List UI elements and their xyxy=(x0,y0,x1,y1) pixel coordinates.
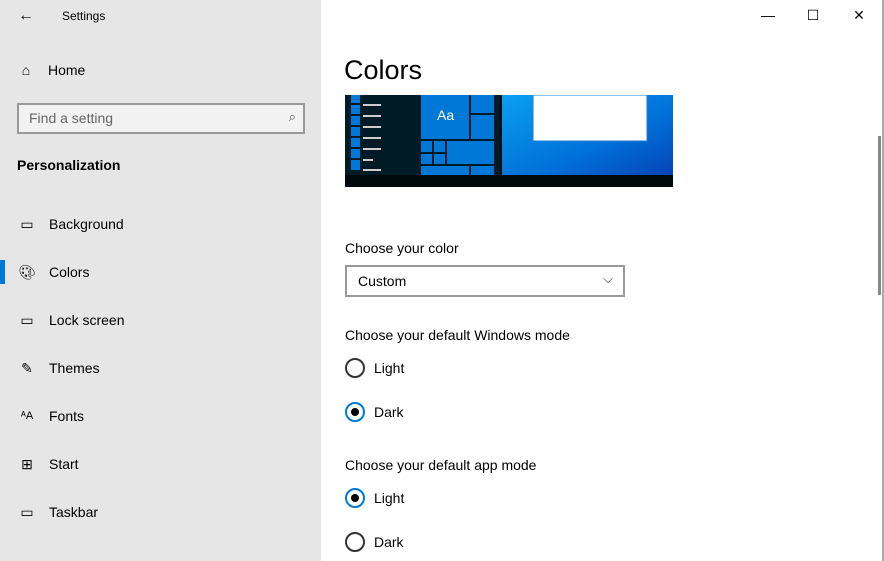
picture-icon: ▭ xyxy=(20,215,34,232)
dropdown-value: Custom xyxy=(358,273,407,289)
windows-mode-dark-radio[interactable]: Dark xyxy=(345,402,404,422)
radio-circle[interactable] xyxy=(345,532,365,552)
section-heading: Personalization xyxy=(17,157,121,173)
sidebar-item-themes[interactable]: ✎ Themes xyxy=(0,348,321,388)
home-link[interactable]: ⌂ Home xyxy=(17,62,86,78)
search-icon: ⌕ xyxy=(288,109,296,124)
home-label: Home xyxy=(48,62,86,78)
chevron-down-icon: ⌵ xyxy=(603,271,613,286)
sidebar-item-label: Background xyxy=(49,216,124,232)
radio-circle[interactable] xyxy=(345,358,365,378)
page-title: Colors xyxy=(344,55,423,85)
sidebar-item-label: Start xyxy=(49,456,79,472)
scrollbar-thumb[interactable] xyxy=(878,136,881,295)
fonts-icon: ᴬA xyxy=(20,410,34,422)
themes-icon: ✎ xyxy=(21,359,33,376)
radio-label: Dark xyxy=(374,534,404,550)
lock-screen-icon: ▭ xyxy=(20,311,34,328)
sidebar-item-label: Fonts xyxy=(49,408,85,424)
start-icon: ⊞ xyxy=(21,455,33,472)
sidebar-item-colors[interactable]: 🎨︎ Colors xyxy=(0,252,321,292)
palette-icon: 🎨︎ xyxy=(18,263,36,280)
windows-mode-light-radio[interactable]: Light xyxy=(345,358,404,378)
sidebar-item-label: Themes xyxy=(49,360,100,376)
app-mode-label: Choose your default app mode xyxy=(345,457,537,473)
back-arrow-icon[interactable]: ← xyxy=(14,4,38,28)
search-input[interactable]: Find a setting ⌕ xyxy=(17,103,305,134)
sidebar-item-background[interactable]: ▭ Background xyxy=(0,204,321,244)
radio-circle[interactable] xyxy=(345,488,365,508)
sidebar-item-fonts[interactable]: ᴬA Fonts xyxy=(0,396,321,436)
search-placeholder: Find a setting xyxy=(29,110,114,126)
choose-color-label: Choose your color xyxy=(345,240,459,256)
sidebar-item-taskbar[interactable]: ▭ Taskbar xyxy=(0,492,321,532)
app-title: Settings xyxy=(62,9,106,23)
sidebar-item-label: Lock screen xyxy=(49,312,125,328)
radio-label: Light xyxy=(374,360,405,376)
sidebar-item-label: Colors xyxy=(49,264,90,280)
sidebar-item-label: Taskbar xyxy=(49,504,99,520)
home-icon: ⌂ xyxy=(21,62,31,78)
content-pane: — ☐ ✕ Colors Aa Choose your color Custom… xyxy=(321,0,884,561)
radio-label: Light xyxy=(374,490,405,506)
maximize-button[interactable]: ☐ xyxy=(790,0,836,30)
radio-circle[interactable] xyxy=(345,402,365,422)
sidebar-item-lock-screen[interactable]: ▭ Lock screen xyxy=(0,300,321,340)
preview-tile-text: Aa xyxy=(437,107,455,123)
app-mode-dark-radio[interactable]: Dark xyxy=(345,532,404,552)
theme-preview: Aa xyxy=(345,94,673,187)
preview-graphic xyxy=(345,94,673,187)
minimize-button[interactable]: — xyxy=(745,0,791,30)
sidebar: ← Settings ⌂ Home Find a setting ⌕ Persona… xyxy=(0,0,321,561)
close-button[interactable]: ✕ xyxy=(836,0,882,30)
windows-mode-label: Choose your default Windows mode xyxy=(345,327,570,343)
sidebar-item-start[interactable]: ⊞ Start xyxy=(0,444,321,484)
taskbar-icon: ▭ xyxy=(20,503,34,520)
radio-label: Dark xyxy=(374,404,404,420)
app-mode-light-radio[interactable]: Light xyxy=(345,488,404,508)
choose-color-dropdown[interactable]: Custom ⌵ xyxy=(345,265,625,297)
